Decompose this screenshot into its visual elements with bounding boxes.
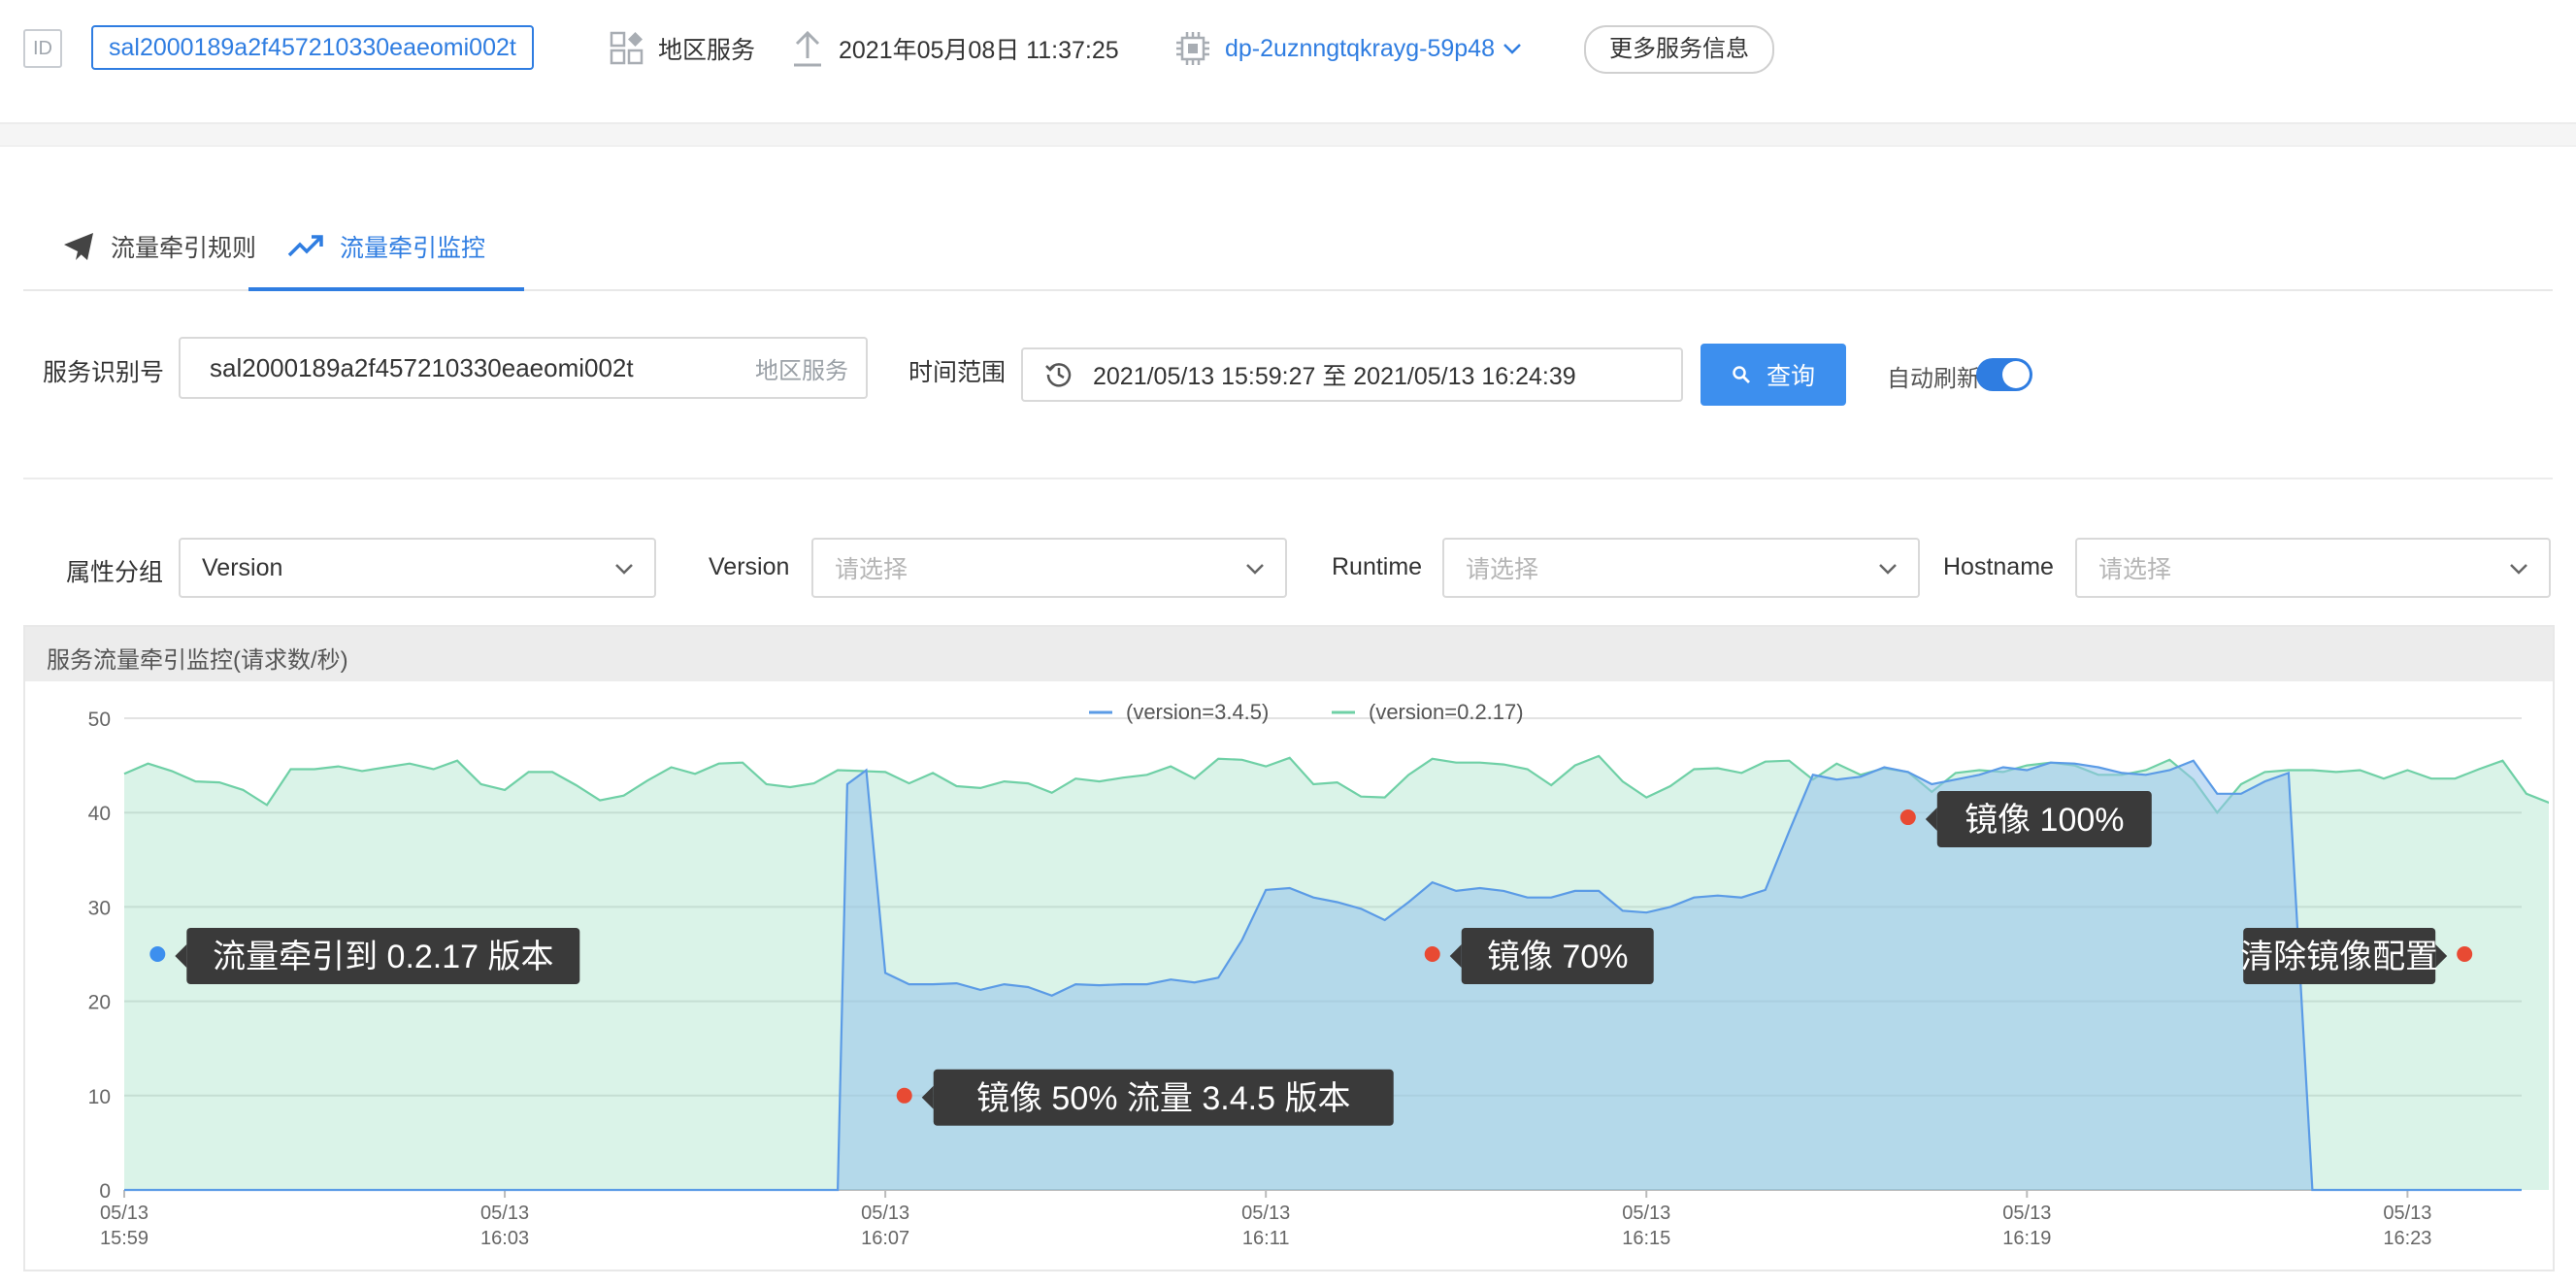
group-by-value: Version (202, 553, 283, 581)
legend-label: (version=0.2.17) (1369, 700, 1524, 724)
group-by-select[interactable]: Version (179, 538, 656, 598)
runtime-filter-label: Runtime (1332, 553, 1423, 580)
traffic-chart: 0 10 20 30 40 50 05/13 15:59 05/13 16:03 05/13 16:0… (88, 700, 2549, 1249)
hostname-filter-label: Hostname (1943, 553, 2054, 580)
annotation-label: 镜像 50% 流量 3.4.5 版本 (976, 1080, 1350, 1117)
grid-icon (610, 31, 644, 66)
annotation-marker (149, 946, 166, 962)
annotation-marker (896, 1087, 912, 1104)
auto-refresh-toggle[interactable] (1976, 358, 2032, 391)
section-divider (23, 478, 2553, 479)
version-select[interactable]: 请选择 (811, 538, 1287, 598)
version-placeholder: 请选择 (835, 556, 908, 583)
x-tick-date: 05/13 (1241, 1203, 1290, 1224)
runtime-placeholder: 请选择 (1466, 556, 1539, 583)
hostname-select[interactable]: 请选择 (2075, 538, 2551, 598)
chevron-down-icon (1503, 42, 1522, 55)
trend-icon (287, 234, 324, 259)
upload-icon (790, 29, 825, 68)
annotation-label: 流量牵引到 0.2.17 版本 (213, 939, 553, 975)
legend-label: (version=3.4.5) (1126, 700, 1269, 724)
service-id-input-value: sal2000189a2f457210330eaeomi002t (210, 352, 634, 382)
header-divider-strip (0, 124, 2576, 147)
history-clock-icon (1044, 360, 1073, 389)
version-filter-label: Version (709, 553, 790, 580)
time-range-label: 时间范围 (908, 359, 1007, 386)
deploy-time-label: 2021年05月08日 11:37:25 (839, 37, 1119, 64)
paper-plane-icon (62, 231, 95, 262)
tab-traffic-monitor[interactable]: 流量牵引监控 (248, 204, 525, 291)
panel-title: 服务流量牵引监控(请求数/秒) (47, 647, 348, 674)
y-tick-label: 20 (88, 992, 111, 1014)
tab-traffic-rules-label: 流量牵引规则 (111, 235, 257, 262)
x-tick-time: 16:15 (1622, 1228, 1670, 1249)
chip-icon (1174, 30, 1211, 67)
tab-bar: 流量牵引规则 流量牵引监控 (23, 204, 2553, 291)
top-bar: ID sal2000189a2f457210330eaeomi002t 地区服务… (0, 0, 2576, 124)
x-tick-date: 05/13 (480, 1203, 529, 1224)
x-tick-time: 16:07 (861, 1228, 909, 1249)
x-tick-date: 05/13 (100, 1203, 149, 1224)
time-range-value: 2021/05/13 15:59:27 至 2021/05/13 16:24:3… (1093, 363, 1576, 390)
service-id-link[interactable]: sal2000189a2f457210330eaeomi002t (91, 25, 534, 70)
search-button[interactable]: 查询 (1701, 344, 1846, 406)
service-type: 地区服务 (610, 27, 755, 70)
x-tick-date: 05/13 (2002, 1203, 2051, 1224)
y-tick-label: 50 (88, 709, 111, 731)
service-id-label: 服务识别号 (43, 359, 165, 386)
id-badge: ID (23, 29, 62, 68)
toggle-knob (2002, 361, 2030, 388)
search-button-label: 查询 (1766, 363, 1815, 390)
annotation-marker (2457, 946, 2473, 962)
annotation-marker (1424, 946, 1440, 962)
x-tick-time: 16:23 (2383, 1228, 2431, 1249)
group-by-label: 属性分组 (66, 559, 164, 586)
x-tick-date: 05/13 (2383, 1203, 2431, 1224)
y-tick-label: 0 (99, 1180, 111, 1203)
hostname-placeholder: 请选择 (2098, 556, 2172, 583)
y-tick-label: 10 (88, 1086, 111, 1108)
chevron-down-icon (1877, 557, 1899, 587)
x-tick-date: 05/13 (1622, 1203, 1670, 1224)
x-tick-time: 15:59 (100, 1228, 149, 1249)
more-service-info-button[interactable]: 更多服务信息 (1584, 25, 1774, 74)
chevron-down-icon (613, 557, 635, 587)
y-tick-label: 30 (88, 897, 111, 919)
annotation-label: 镜像 70% (1487, 939, 1629, 975)
annotation-marker (1899, 809, 1916, 826)
tab-traffic-monitor-label: 流量牵引监控 (340, 235, 486, 262)
monitor-chart-panel: 服务流量牵引监控(请求数/秒) 0 10 20 30 40 50 05/13 15:59 05/… (23, 625, 2555, 1271)
x-tick-time: 16:11 (1242, 1228, 1290, 1249)
annotation-label: 镜像 100% (1965, 802, 2124, 839)
x-tick-time: 16:03 (480, 1228, 529, 1249)
y-tick-label: 40 (88, 803, 111, 825)
time-range-picker[interactable]: 2021/05/13 15:59:27 至 2021/05/13 16:24:3… (1021, 347, 1683, 402)
service-id-input[interactable]: sal2000189a2f457210330eaeomi002t 地区服务 (179, 337, 868, 399)
chevron-down-icon (1244, 557, 1266, 587)
service-id-suffix: 地区服务 (755, 357, 848, 384)
auto-refresh-label: 自动刷新 (1887, 366, 1980, 392)
deployment-label: dp-2uznngtqkrayg-59p48 (1225, 34, 1495, 62)
service-type-label: 地区服务 (658, 37, 756, 64)
panel-header: 服务流量牵引监控(请求数/秒) (25, 627, 2553, 681)
runtime-select[interactable]: 请选择 (1442, 538, 1920, 598)
search-icon (1732, 365, 1751, 384)
deploy-time: 2021年05月08日 11:37:25 (790, 27, 1119, 70)
x-tick-time: 16:19 (2002, 1228, 2051, 1249)
x-tick-date: 05/13 (861, 1203, 909, 1224)
chevron-down-icon (2508, 557, 2529, 587)
deployment-dropdown[interactable]: dp-2uznngtqkrayg-59p48 (1174, 27, 1522, 70)
annotation-label: 清除镜像配置 (2240, 939, 2438, 975)
tab-traffic-rules[interactable]: 流量牵引规则 (62, 204, 256, 289)
